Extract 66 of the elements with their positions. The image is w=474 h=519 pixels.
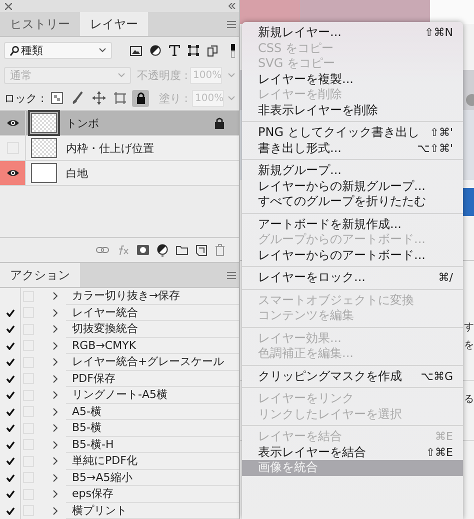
opacity-label: 不透明度 : bbox=[136, 68, 188, 82]
menu-item[interactable]: 新規グループ... bbox=[242, 163, 463, 178]
layer-row[interactable]: 白地 bbox=[0, 161, 239, 186]
new-layer-icon[interactable] bbox=[196, 244, 207, 256]
move-icon bbox=[92, 91, 106, 105]
smart-object-icon[interactable] bbox=[207, 44, 218, 56]
link-icon[interactable] bbox=[96, 247, 109, 253]
shortcut-label: ⇧⌘N bbox=[424, 25, 453, 40]
shortcut-label: ⌥⇧⌘' bbox=[417, 140, 453, 156]
shortcut-label: ⌘E bbox=[435, 429, 453, 444]
layer-row[interactable]: トンボ bbox=[0, 111, 239, 136]
chevron-down-icon bbox=[118, 72, 125, 78]
shortcut-label: ⇧⌘E bbox=[426, 444, 453, 460]
mask-icon[interactable] bbox=[137, 245, 149, 255]
filter-value: 種類 bbox=[21, 43, 43, 58]
lock-toggle[interactable] bbox=[90, 90, 108, 106]
menu-item[interactable]: PNG としてクイック書き出し ⇧⌘' bbox=[242, 125, 463, 140]
shortcut-label: ⌥⌘G bbox=[420, 368, 453, 384]
menu-item[interactable]: クリッピングマスクを作成 ⌥⌘G bbox=[242, 368, 463, 384]
layer-row[interactable]: 内枠・仕上げ位置 bbox=[0, 136, 239, 161]
document-text: る bbox=[464, 394, 474, 406]
brush-icon bbox=[70, 91, 85, 105]
search-icon bbox=[10, 46, 19, 56]
menu-item[interactable]: 非表示レイヤーを削除 bbox=[242, 102, 463, 118]
menu-item[interactable]: すべてのグループを折りたたむ bbox=[242, 194, 463, 210]
panel-tab[interactable]: アクション bbox=[0, 263, 80, 287]
filter-dropdown[interactable]: 種類 bbox=[4, 42, 112, 59]
menu-item[interactable]: 新規レイヤー... ⇧⌘N bbox=[242, 25, 463, 40]
document-text: を bbox=[464, 340, 474, 352]
shape-icon[interactable] bbox=[188, 45, 199, 56]
type-icon[interactable] bbox=[169, 45, 180, 56]
lock-toggle[interactable] bbox=[132, 90, 150, 106]
collapse-icon[interactable] bbox=[228, 3, 236, 9]
visibility-toggle[interactable] bbox=[0, 161, 26, 185]
menu-item[interactable]: レイヤーからのアートボード... bbox=[242, 248, 463, 263]
lock-label: ロック : bbox=[4, 90, 44, 106]
document-text: す bbox=[464, 322, 474, 334]
menu-icon[interactable] bbox=[227, 272, 236, 278]
adjustment-icon[interactable] bbox=[150, 45, 161, 56]
menu-item[interactable]: 書き出し形式... ⌥⇧⌘' bbox=[242, 140, 463, 156]
lock-pixels-icon bbox=[50, 91, 64, 105]
chevron-down-icon bbox=[99, 48, 106, 53]
menu-item[interactable]: アートボードを新規作成... bbox=[242, 216, 463, 232]
layer-name: 白地 bbox=[66, 166, 89, 180]
folder-icon[interactable] bbox=[176, 245, 188, 255]
layer-name: 内枠・仕上げ位置 bbox=[66, 140, 155, 156]
shortcut-label: ⇧⌘' bbox=[430, 125, 453, 140]
lock-toggle[interactable] bbox=[48, 90, 66, 106]
adjustment-icon[interactable] bbox=[157, 244, 168, 256]
fill-label: 塗り : bbox=[158, 90, 188, 106]
toggle-icon[interactable] bbox=[231, 44, 235, 58]
image-icon[interactable] bbox=[130, 46, 142, 56]
menu-item[interactable]: レイヤーをロック... ⌘/ bbox=[242, 270, 463, 286]
panel-tab[interactable]: レイヤー bbox=[80, 12, 148, 36]
menu-item[interactable]: レイヤーからの新規グループ... bbox=[242, 178, 463, 194]
close-icon[interactable] bbox=[5, 2, 12, 10]
lock-toggle[interactable] bbox=[111, 90, 128, 106]
menu-item[interactable]: レイヤーを複製... bbox=[242, 72, 463, 87]
eye-icon bbox=[6, 118, 20, 128]
artboard-icon bbox=[112, 91, 127, 105]
lock-icon bbox=[214, 116, 225, 130]
menu-item[interactable]: 表示レイヤーを結合 ⇧⌘E bbox=[242, 444, 463, 460]
menu-icon[interactable] bbox=[227, 20, 236, 28]
eye-icon bbox=[6, 168, 20, 178]
shortcut-label: ⌘/ bbox=[438, 270, 453, 286]
layer-name: トンボ bbox=[66, 116, 100, 130]
